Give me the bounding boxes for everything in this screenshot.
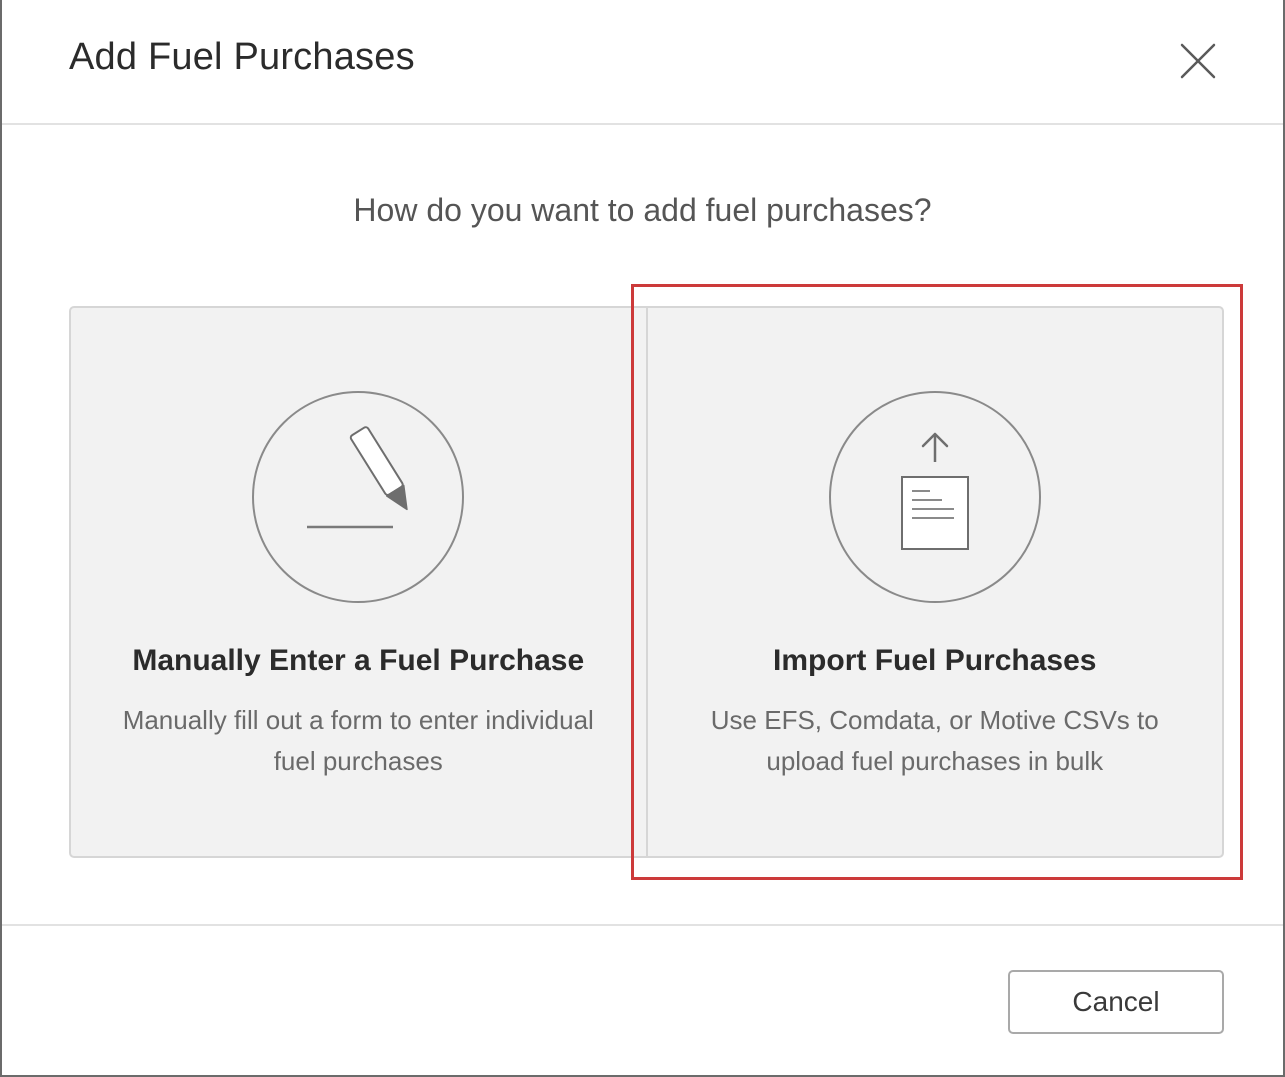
upload-document-icon [828, 391, 1041, 603]
close-button[interactable] [1172, 36, 1224, 88]
cancel-button[interactable]: Cancel [1008, 970, 1224, 1034]
add-fuel-purchases-dialog: Add Fuel Purchases How do you want to ad… [0, 0, 1285, 1077]
dialog-title: Add Fuel Purchases [69, 36, 415, 78]
dialog-header: Add Fuel Purchases [2, 0, 1283, 125]
option-import-title: Import Fuel Purchases [773, 644, 1097, 677]
dialog-footer: Cancel [2, 924, 1283, 1077]
option-import[interactable]: Import Fuel Purchases Use EFS, Comdata, … [645, 308, 1223, 856]
option-manual-entry[interactable]: Manually Enter a Fuel Purchase Manually … [71, 308, 646, 856]
dialog-prompt: How do you want to add fuel purchases? [353, 192, 932, 228]
option-import-description: Use EFS, Comdata, or Motive CSVs to uplo… [710, 705, 1159, 776]
option-manual-title: Manually Enter a Fuel Purchase [132, 644, 585, 677]
options-panel: Manually Enter a Fuel Purchase Manually … [69, 306, 1224, 858]
pencil-icon [252, 391, 465, 603]
close-icon [1180, 43, 1216, 79]
option-manual-description: Manually fill out a form to enter indivi… [122, 705, 594, 776]
